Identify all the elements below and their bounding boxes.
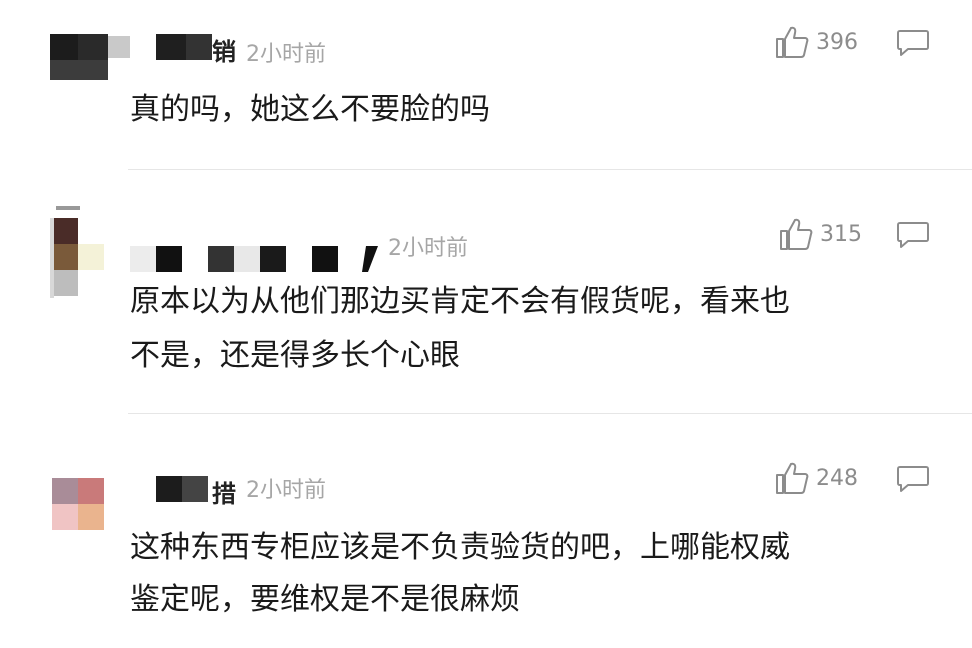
avatar[interactable] xyxy=(50,206,106,298)
like-count: 396 xyxy=(816,29,858,55)
comment-item: 措 2小时前 248 这种东西专柜应该是不负责验货的吧，上哪能权威 鉴定呢，要维… xyxy=(0,414,972,648)
timestamp: 2小时前 xyxy=(246,42,326,67)
comment-item: 销 2小时前 396 真的吗，她这么不要脸的吗 xyxy=(0,0,972,170)
thumbs-up-icon xyxy=(780,218,813,250)
comment-text-line: 原本以为从他们那边买肯定不会有假货呢，看来也 xyxy=(130,284,790,319)
comment-bubble-icon[interactable] xyxy=(896,28,930,58)
thumbs-up-icon xyxy=(776,462,809,494)
thumbs-up-icon xyxy=(776,26,809,58)
username[interactable]: 措 xyxy=(156,476,246,508)
username[interactable]: 销 xyxy=(156,34,246,66)
comment-text-line: 不是，还是得多长个心眼 xyxy=(130,338,460,373)
like-count: 248 xyxy=(816,465,858,491)
timestamp: 2小时前 xyxy=(388,236,468,261)
comment-bubble-icon[interactable] xyxy=(896,464,930,494)
like-button[interactable]: 315 xyxy=(778,216,862,252)
timestamp: 2小时前 xyxy=(246,478,326,503)
comment-text-line: 鉴定呢，要维权是不是很麻烦 xyxy=(130,582,520,617)
like-button[interactable]: 248 xyxy=(774,460,858,496)
avatar[interactable] xyxy=(50,30,130,80)
avatar[interactable] xyxy=(52,478,104,530)
like-button[interactable]: 396 xyxy=(774,24,858,60)
comment-item: 2小时前 315 原本以为从他们那边买肯定不会有假货呢，看来也 不是，还是得多长… xyxy=(0,170,972,414)
comment-bubble-icon[interactable] xyxy=(896,220,930,250)
comment-text-line: 这种东西专柜应该是不负责验货的吧，上哪能权威 xyxy=(130,530,790,565)
comment-text-line: 真的吗，她这么不要脸的吗 xyxy=(130,92,490,127)
username[interactable] xyxy=(130,246,380,272)
username-tail: 销 xyxy=(212,38,236,66)
username-tail: 措 xyxy=(212,480,236,508)
like-count: 315 xyxy=(820,221,862,247)
